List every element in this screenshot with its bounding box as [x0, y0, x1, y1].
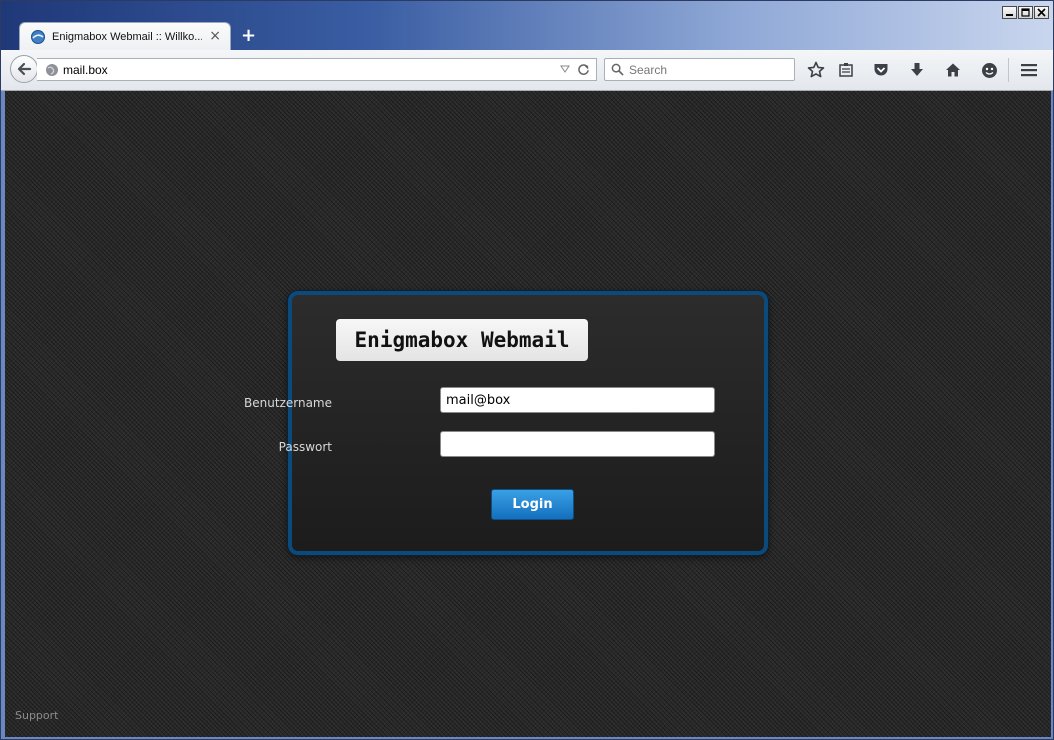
back-button[interactable]: [10, 55, 38, 83]
home-icon: [946, 63, 960, 77]
tab-close-icon[interactable]: ×: [209, 29, 221, 43]
hello-icon: [981, 62, 997, 78]
url-text[interactable]: mail.box: [63, 63, 108, 77]
browser-window: Enigmabox Webmail :: Willko... × + mail.…: [0, 0, 1054, 740]
dropdown-icon[interactable]: [560, 65, 570, 73]
search-input[interactable]: Search: [629, 63, 667, 77]
password-label: Passwort: [278, 440, 332, 454]
reload-icon[interactable]: [577, 63, 590, 76]
login-panel: Enigmabox Webmail Benutzername Passwort …: [244, 291, 768, 555]
globe-icon: [46, 64, 58, 76]
password-input[interactable]: [440, 431, 715, 457]
minimize-icon: [1006, 14, 1013, 16]
username-input[interactable]: [440, 387, 715, 413]
reading-list-icon: [839, 63, 853, 77]
tab-webmail[interactable]: Enigmabox Webmail :: Willko... ×: [19, 22, 231, 50]
support-link[interactable]: Support: [15, 709, 58, 722]
page-content: Enigmabox Webmail Benutzername Passwort …: [5, 91, 1051, 737]
pocket-button[interactable]: [871, 60, 891, 80]
logo: Enigmabox Webmail: [336, 319, 588, 361]
menu-button[interactable]: [1019, 60, 1039, 80]
new-tab-button[interactable]: +: [241, 27, 256, 45]
search-icon: [611, 63, 624, 76]
downloads-button[interactable]: [907, 60, 927, 80]
close-window-button[interactable]: [1034, 6, 1049, 19]
reading-list-button[interactable]: [836, 60, 856, 80]
menu-icon: [1021, 64, 1037, 77]
search-bar[interactable]: Search: [604, 58, 795, 81]
back-arrow-icon: [17, 62, 32, 76]
window-controls: [1002, 6, 1049, 19]
close-icon: [1037, 8, 1046, 17]
toolbar-separator: [1008, 58, 1009, 82]
star-icon: [807, 61, 825, 78]
tab-title: Enigmabox Webmail :: Willko...: [52, 30, 202, 43]
minimize-button[interactable]: [1002, 6, 1017, 19]
login-button[interactable]: Login: [491, 489, 574, 520]
bookmark-star-button[interactable]: [806, 60, 826, 80]
favicon-icon: [31, 29, 45, 44]
pocket-icon: [874, 64, 888, 76]
navigation-toolbar: mail.box Search: [1, 50, 1053, 91]
hello-button[interactable]: [979, 60, 999, 80]
home-button[interactable]: [943, 60, 963, 80]
title-bar: Enigmabox Webmail :: Willko... × +: [1, 1, 1053, 50]
maximize-icon: [1021, 8, 1030, 17]
username-label: Benutzername: [244, 396, 332, 410]
url-bar[interactable]: mail.box: [37, 58, 597, 81]
logo-text: Enigmabox Webmail: [354, 328, 570, 352]
download-icon: [911, 63, 923, 76]
maximize-button[interactable]: [1018, 6, 1033, 19]
